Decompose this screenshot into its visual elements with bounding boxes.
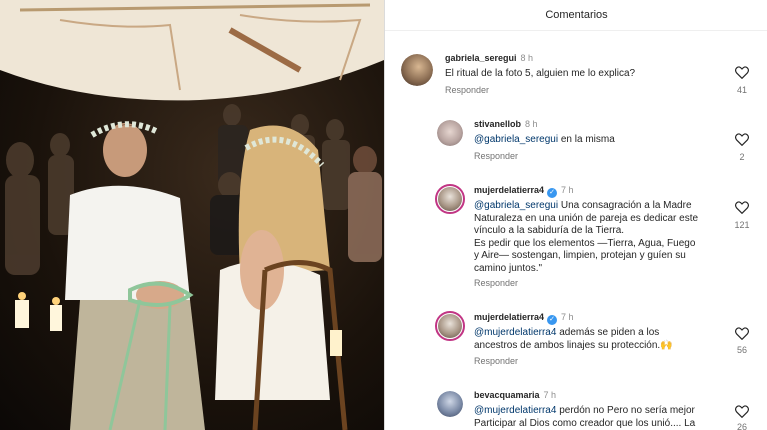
mention-link[interactable]: @gabriela_seregui (474, 134, 558, 145)
heart-outline-icon[interactable] (735, 66, 749, 79)
wedding-photo-illustration (0, 0, 384, 430)
comment-text-line: ancestros de ambos linajes su protección… (474, 339, 673, 351)
comment-time: 7 h (561, 312, 574, 322)
comment-text-line: vínculo a la sabiduría de la Tierra. (474, 225, 625, 236)
comment-text: en la misma (558, 134, 615, 145)
verified-badge-icon: ✓ (547, 188, 558, 198)
comment-text-line: perdón no Pero no sería mejor (556, 405, 695, 416)
comment-text-line: y Aire— sostengan, limpien, protejan y g… (474, 250, 686, 261)
comments-panel: Comentarios gabriela_seregui 8 h El ritua… (384, 0, 767, 430)
comment-time: 7 h (543, 390, 557, 400)
reply-button[interactable]: Responder (474, 355, 518, 367)
comment-text-line: Naturaleza en una unión de pareja es ded… (474, 212, 699, 224)
avatar[interactable] (435, 311, 465, 341)
avatar[interactable] (437, 391, 463, 417)
heart-outline-icon[interactable] (735, 327, 749, 340)
panel-title: Comentarios (385, 0, 767, 31)
comment-text-line: Una consagración a la Madre (558, 200, 692, 211)
comment-time: 8 h (520, 53, 534, 63)
like-count: 41 (736, 85, 747, 95)
verified-badge-icon: ✓ (547, 315, 558, 325)
comment-text: El ritual de la foto 5, alguien me lo ex… (445, 68, 636, 79)
comment-text-line: Participar al Dios como creador que los … (474, 417, 696, 429)
avatar[interactable] (401, 54, 433, 86)
heart-outline-icon[interactable] (735, 201, 749, 214)
comment-username[interactable]: mujerdelatierra4 (474, 185, 544, 195)
like-count: 2 (739, 152, 745, 162)
reply-button[interactable]: Responder (445, 84, 489, 96)
comment-username[interactable]: bevacquamaria (474, 390, 540, 400)
comment-text-line: además se piden a los (556, 327, 660, 338)
heart-outline-icon[interactable] (735, 133, 749, 146)
mention-link[interactable]: @mujerdelatierra4 (474, 405, 556, 416)
like-count: 56 (736, 345, 747, 355)
like-count: 26 (736, 422, 747, 430)
comment-username[interactable]: gabriela_seregui (445, 53, 517, 63)
mention-link[interactable]: @mujerdelatierra4 (474, 327, 556, 338)
comment-text-line: Es pedir que los elementos —Tierra, Agua… (474, 237, 696, 249)
like-count: 121 (734, 220, 750, 230)
comment-time: 8 h (525, 119, 538, 129)
avatar[interactable] (437, 120, 463, 146)
comment-time: 7 h (561, 185, 574, 195)
comment-username[interactable]: mujerdelatierra4 (474, 312, 544, 322)
reply-button[interactable]: Responder (474, 150, 518, 162)
avatar[interactable] (435, 184, 465, 214)
mention-link[interactable]: @gabriela_seregui (474, 200, 558, 211)
reply-button[interactable]: Responder (474, 277, 518, 289)
comment-text-line: camino juntos." (474, 262, 543, 274)
comment-username[interactable]: stivanellob (474, 119, 521, 129)
heart-outline-icon[interactable] (735, 405, 749, 418)
post-photo (0, 0, 384, 430)
